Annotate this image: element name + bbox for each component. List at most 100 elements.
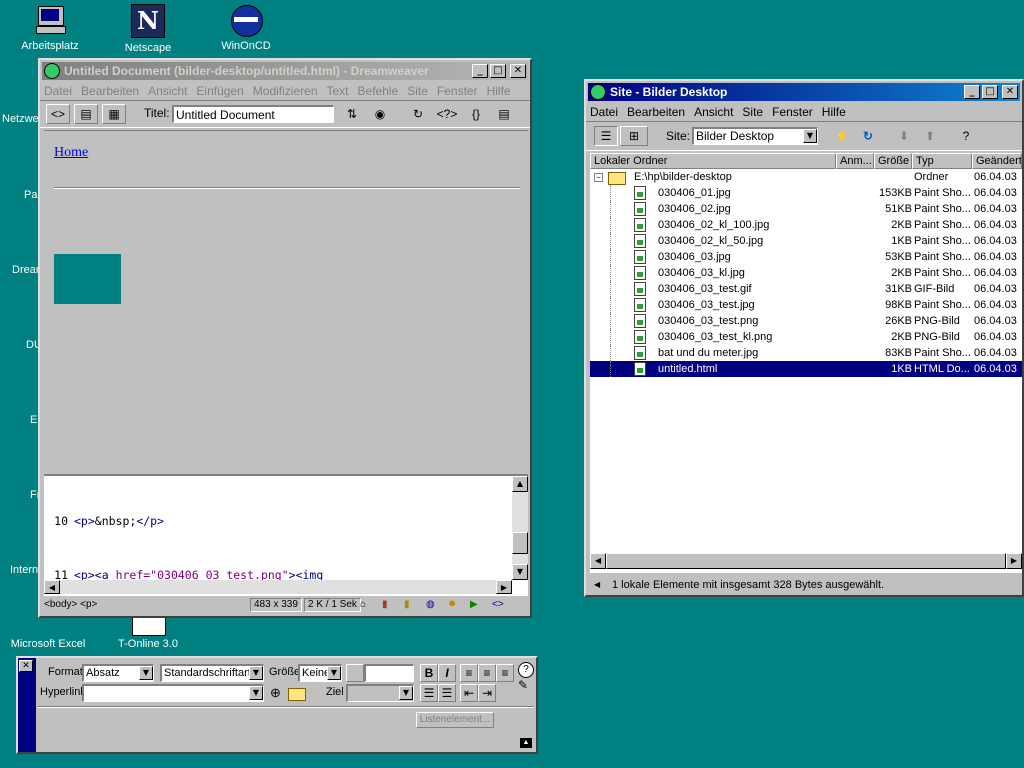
scroll-left-button[interactable]: ◀ — [44, 580, 60, 594]
unordered-list-icon[interactable]: ☰ — [420, 684, 438, 702]
menu-fenster[interactable]: Fenster — [437, 84, 478, 98]
file-row[interactable]: 030406_03.jpg 53KB Paint Sho... 06.04.03 — [590, 249, 1022, 265]
column-header-type[interactable]: Typ — [912, 153, 972, 169]
menu-hilfe[interactable]: Hilfe — [822, 105, 846, 119]
file-management-icon[interactable]: ⇅ — [340, 104, 364, 124]
file-row[interactable]: 030406_03_test.gif 31KB GIF-Bild 06.04.03 — [590, 281, 1022, 297]
site-launcher-icon[interactable]: ⌂ — [360, 596, 366, 614]
code-navigation-icon[interactable]: {} — [464, 104, 488, 124]
chevron-down-icon[interactable]: ▼ — [249, 666, 263, 680]
chevron-down-icon[interactable]: ▼ — [139, 666, 153, 680]
close-button[interactable]: ✕ — [1002, 85, 1018, 99]
menu-fenster[interactable]: Fenster — [772, 105, 813, 119]
file-row[interactable]: 030406_03_test.png 26KB PNG-Bild 06.04.03 — [590, 313, 1022, 329]
menu-datei[interactable]: Datei — [590, 105, 618, 119]
file-row[interactable]: untitled.html 1KB HTML Do... 06.04.03 — [590, 361, 1022, 377]
minimize-button[interactable]: _ — [472, 64, 488, 78]
assets-launcher-icon[interactable]: ▮ — [382, 596, 388, 614]
file-row[interactable]: 030406_01.jpg 153KB Paint Sho... 06.04.03 — [590, 185, 1022, 201]
refresh-icon[interactable]: ↻ — [856, 126, 880, 146]
get-files-icon[interactable]: ⬇ — [892, 126, 916, 146]
target-select[interactable]: ▼ — [346, 684, 414, 702]
maximize-button[interactable]: □ — [982, 85, 998, 99]
tag-selector[interactable]: <body> <p> — [44, 596, 97, 614]
menu-ansicht[interactable]: Ansicht — [148, 84, 187, 98]
preview-globe-icon[interactable]: ◉ — [368, 104, 392, 124]
align-center-icon[interactable]: ≡ — [478, 664, 496, 682]
site-files-view-button[interactable]: ☰ — [594, 126, 618, 146]
help-icon[interactable]: ? — [954, 126, 978, 146]
menu-befehle[interactable]: Befehle — [358, 84, 399, 98]
thumbnail-image[interactable] — [54, 254, 121, 304]
chevron-down-icon[interactable]: ▼ — [249, 686, 263, 700]
desktop-edge-label[interactable]: Intern — [10, 564, 38, 576]
menu-datei[interactable]: Datei — [44, 84, 72, 98]
design-view-button[interactable]: ▦ — [102, 104, 126, 124]
file-row[interactable]: bat und du meter.jpg 83KB Paint Sho... 06.0… — [590, 345, 1022, 361]
css-launcher-icon[interactable]: ◍ — [426, 596, 435, 614]
page-title-input[interactable] — [172, 105, 334, 123]
column-header-modified[interactable]: Geändert — [972, 153, 1022, 169]
refresh-icon[interactable]: ↻ — [406, 104, 430, 124]
scroll-right-button[interactable]: ▶ — [496, 580, 512, 594]
view-options-icon[interactable]: ▤ — [492, 104, 516, 124]
collapse-icon[interactable]: − — [594, 173, 603, 182]
column-header-size[interactable]: Größe — [874, 153, 912, 169]
site-select[interactable]: Bilder Desktop ▼ — [692, 127, 818, 145]
menu-site[interactable]: Site — [407, 84, 428, 98]
scroll-right-button[interactable]: ▶ — [1006, 553, 1022, 569]
put-files-icon[interactable]: ⬆ — [918, 126, 942, 146]
desktop-edge-label[interactable]: Netzwe — [2, 113, 39, 125]
code-horizontal-scrollbar[interactable]: ◀ ▶ — [44, 580, 512, 594]
dreamweaver-titlebar[interactable]: Untitled Document (bilder-desktop/untitl… — [42, 62, 528, 80]
minimize-button[interactable]: _ — [964, 85, 980, 99]
color-input[interactable] — [364, 664, 414, 682]
indent-icon[interactable]: ⇥ — [478, 684, 496, 702]
hyperlink-input[interactable]: ▼ — [82, 684, 264, 702]
desktop-icon-winoncd[interactable]: WinOnCD — [206, 4, 286, 53]
menu-bearbeiten[interactable]: Bearbeiten — [627, 105, 685, 119]
history-launcher-icon[interactable]: ▶ — [470, 596, 478, 614]
menu-modifizieren[interactable]: Modifizieren — [253, 84, 318, 98]
quick-tag-editor-icon[interactable]: ✎ — [518, 678, 528, 692]
size-select[interactable]: Keine ▼ — [298, 664, 342, 682]
behaviors-launcher-icon[interactable]: ✹ — [448, 596, 456, 614]
scroll-up-button[interactable]: ▲ — [512, 476, 528, 492]
connect-icon[interactable]: ⚡ — [830, 126, 854, 146]
browse-folder-icon[interactable] — [288, 688, 306, 701]
menu-ansicht[interactable]: Ansicht — [694, 105, 733, 119]
file-row[interactable]: 030406_02_kl_50.jpg 1KB Paint Sho... 06.04.… — [590, 233, 1022, 249]
file-list-horizontal-scrollbar[interactable]: ◀ ▶ — [590, 553, 1022, 569]
outdent-icon[interactable]: ⇤ — [460, 684, 478, 702]
chevron-down-icon[interactable]: ▼ — [327, 666, 341, 680]
column-header-folder[interactable]: Lokaler Ordner — [590, 153, 836, 169]
menu-text[interactable]: Text — [327, 84, 349, 98]
menu-bearbeiten[interactable]: Bearbeiten — [81, 84, 139, 98]
scroll-thumb[interactable] — [512, 532, 528, 554]
desktop-icon-arbeitsplatz[interactable]: Arbeitsplatz — [10, 4, 90, 53]
ordered-list-icon[interactable]: ☰ — [438, 684, 456, 702]
menu-einfuegen[interactable]: Einfügen — [196, 84, 243, 98]
reference-icon[interactable]: <?> — [432, 104, 462, 124]
font-select[interactable]: Standardschriftart ▼ — [160, 664, 264, 682]
scroll-left-button[interactable]: ◀ — [590, 553, 606, 569]
desktop-edge-label[interactable]: E — [30, 414, 37, 426]
point-to-file-icon[interactable]: ⊕ — [270, 685, 281, 701]
code-view[interactable]: 10 <p>&nbsp;</p> 11 <p><a href="030406_03_… — [44, 474, 528, 596]
window-size[interactable]: 483 x 339 — [250, 598, 302, 612]
color-picker-button[interactable] — [346, 664, 364, 682]
html-styles-launcher-icon[interactable]: ▮ — [404, 596, 410, 614]
file-row[interactable]: 030406_03_kl.jpg 2KB Paint Sho... 06.04.03 — [590, 265, 1022, 281]
split-view-button[interactable]: ▤ — [74, 104, 98, 124]
desktop-edge-label[interactable]: Pa — [24, 189, 37, 201]
file-row[interactable]: 030406_02.jpg 51KB Paint Sho... 06.04.03 — [590, 201, 1022, 217]
properties-titlebar[interactable]: ✕ — [18, 658, 36, 752]
design-view[interactable]: Home — [44, 130, 528, 473]
code-inspector-launcher-icon[interactable]: <> — [492, 596, 504, 614]
list-item-button[interactable]: Listenelement... — [416, 712, 494, 728]
italic-button[interactable]: I — [438, 664, 456, 682]
help-icon[interactable]: ? — [518, 662, 534, 678]
menu-hilfe[interactable]: Hilfe — [487, 84, 511, 98]
menu-site[interactable]: Site — [742, 105, 763, 119]
file-row[interactable]: 030406_02_kl_100.jpg 2KB Paint Sho... 06.04… — [590, 217, 1022, 233]
